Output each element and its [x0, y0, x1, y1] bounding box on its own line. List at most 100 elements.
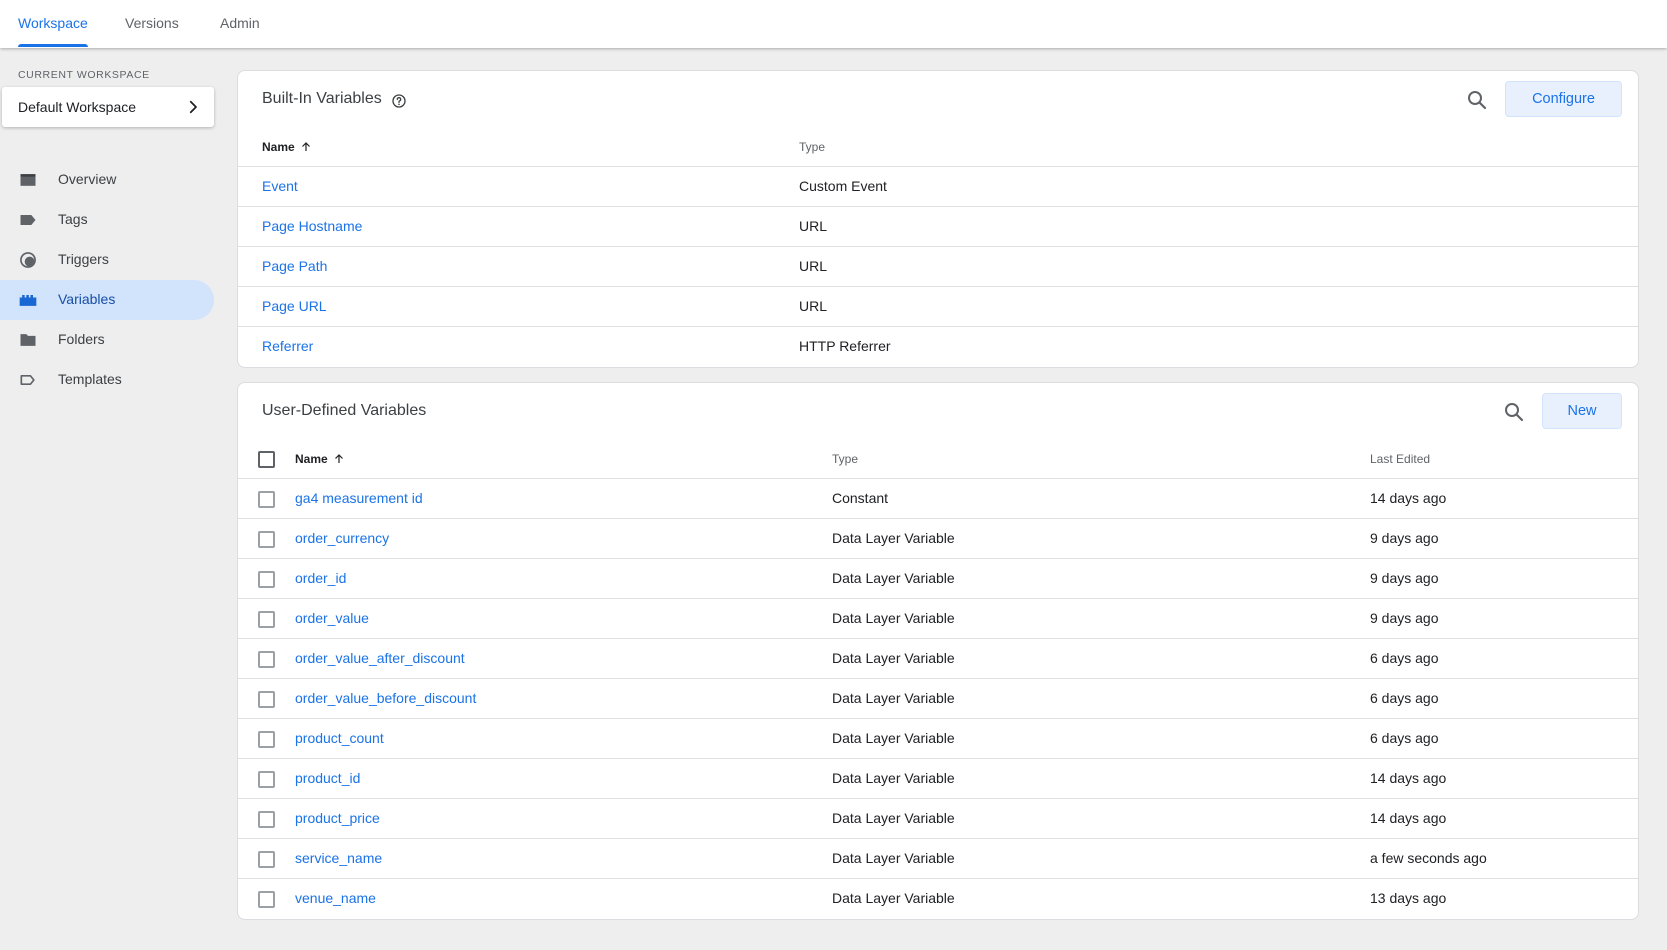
configure-button[interactable]: Configure: [1505, 81, 1622, 117]
last-edited: 6 days ago: [1370, 730, 1439, 746]
table-row: product_price Data Layer Variable 14 day…: [238, 798, 1638, 838]
column-header-name[interactable]: Name: [262, 140, 312, 154]
template-icon: [20, 375, 35, 385]
variable-name-link[interactable]: Referrer: [262, 338, 313, 354]
table-row: product_count Data Layer Variable 6 days…: [238, 718, 1638, 758]
column-header-label: Name: [295, 452, 328, 466]
row-checkbox[interactable]: [258, 571, 275, 588]
table-row: Page Hostname URL: [238, 206, 1638, 246]
folder-icon: [20, 334, 36, 346]
variable-name-link[interactable]: product_id: [295, 770, 360, 786]
row-checkbox[interactable]: [258, 851, 275, 868]
variable-name-link[interactable]: order_value_after_discount: [295, 650, 465, 666]
variable-type: URL: [799, 218, 828, 234]
column-header-name[interactable]: Name: [295, 452, 345, 466]
column-header-label: Name: [262, 140, 295, 154]
row-checkbox[interactable]: [258, 491, 275, 508]
last-edited: 13 days ago: [1370, 890, 1447, 906]
trigger-icon: [20, 252, 36, 268]
variable-name-link[interactable]: order_currency: [295, 530, 389, 546]
variable-type: Data Layer Variable: [832, 890, 955, 906]
row-checkbox[interactable]: [258, 651, 275, 668]
sidebar-nav: Overview Tags Triggers Variables Folders…: [0, 160, 214, 400]
variable-name-link[interactable]: venue_name: [295, 890, 376, 906]
search-icon[interactable]: [1465, 88, 1489, 112]
variable-name-link[interactable]: Page URL: [262, 298, 327, 314]
tab-workspace[interactable]: Workspace: [18, 0, 88, 48]
row-checkbox[interactable]: [258, 691, 275, 708]
chevron-right-icon: [189, 100, 197, 114]
sidebar-item-variables[interactable]: Variables: [0, 280, 214, 320]
row-checkbox[interactable]: [258, 611, 275, 628]
table-row: ga4 measurement id Constant 14 days ago: [238, 478, 1638, 518]
table-row: product_id Data Layer Variable 14 days a…: [238, 758, 1638, 798]
variable-name-link[interactable]: ga4 measurement id: [295, 490, 423, 506]
select-all-checkbox[interactable]: [258, 451, 275, 468]
sidebar-item-label: Triggers: [58, 251, 109, 267]
table-row: order_value_before_discount Data Layer V…: [238, 678, 1638, 718]
workspace-selector[interactable]: Default Workspace: [2, 87, 214, 127]
last-edited: 9 days ago: [1370, 570, 1439, 586]
help-icon[interactable]: [391, 93, 407, 109]
workspace-name: Default Workspace: [18, 99, 137, 115]
variable-type: Custom Event: [799, 178, 887, 194]
sidebar-item-templates[interactable]: Templates: [0, 360, 214, 400]
variable-name-link[interactable]: order_value: [295, 610, 369, 626]
variable-type: Data Layer Variable: [832, 610, 955, 626]
variable-name-link[interactable]: product_count: [295, 730, 384, 746]
sidebar-item-triggers[interactable]: Triggers: [0, 240, 214, 280]
builtin-variables-title: Built-In Variables: [262, 90, 382, 107]
column-header-type: Type: [832, 452, 859, 466]
table-row: order_value Data Layer Variable 9 days a…: [238, 598, 1638, 638]
row-checkbox[interactable]: [258, 811, 275, 828]
variable-name-link[interactable]: Page Path: [262, 258, 327, 274]
variable-type: Data Layer Variable: [832, 650, 955, 666]
tab-versions[interactable]: Versions: [125, 0, 179, 48]
search-icon[interactable]: [1502, 400, 1526, 424]
variable-type: Data Layer Variable: [832, 850, 955, 866]
sidebar-item-overview[interactable]: Overview: [0, 160, 214, 200]
variable-name-link[interactable]: order_value_before_discount: [295, 690, 476, 706]
arrow-up-icon: [301, 142, 310, 151]
variable-type: Data Layer Variable: [832, 530, 955, 546]
table-row: Event Custom Event: [238, 166, 1638, 206]
table-row: Page Path URL: [238, 246, 1638, 286]
variable-name-link[interactable]: Page Hostname: [262, 218, 362, 234]
sidebar-item-label: Overview: [58, 171, 117, 187]
last-edited: 9 days ago: [1370, 610, 1439, 626]
variable-type: URL: [799, 258, 828, 274]
variable-type: Data Layer Variable: [832, 730, 955, 746]
variable-name-link[interactable]: order_id: [295, 570, 346, 586]
new-variable-button[interactable]: New: [1542, 393, 1622, 429]
row-checkbox[interactable]: [258, 731, 275, 748]
row-checkbox[interactable]: [258, 531, 275, 548]
variable-type: Data Layer Variable: [832, 770, 955, 786]
last-edited: 6 days ago: [1370, 690, 1439, 706]
last-edited: 9 days ago: [1370, 530, 1439, 546]
table-row: service_name Data Layer Variable a few s…: [238, 838, 1638, 878]
variable-name-link[interactable]: service_name: [295, 850, 382, 866]
variable-type: URL: [799, 298, 828, 314]
sidebar-item-label: Tags: [58, 211, 88, 227]
sidebar-item-label: Folders: [58, 331, 105, 347]
sidebar-item-label: Templates: [58, 371, 122, 387]
row-checkbox[interactable]: [258, 771, 275, 788]
variables-icon: [19, 295, 37, 306]
variable-type: HTTP Referrer: [799, 338, 891, 354]
tab-admin[interactable]: Admin: [220, 0, 260, 48]
column-header-type: Type: [799, 140, 826, 154]
row-checkbox[interactable]: [258, 891, 275, 908]
user-defined-variables-card: User-Defined Variables New Name Type Las…: [237, 382, 1639, 920]
table-row: Referrer HTTP Referrer: [238, 326, 1638, 366]
top-navigation: Workspace Versions Admin: [0, 0, 1667, 48]
last-edited: 14 days ago: [1370, 810, 1447, 826]
sidebar-item-folders[interactable]: Folders: [0, 320, 214, 360]
table-row: order_currency Data Layer Variable 9 day…: [238, 518, 1638, 558]
variable-name-link[interactable]: Event: [262, 178, 298, 194]
last-edited: 14 days ago: [1370, 770, 1447, 786]
variable-type: Data Layer Variable: [832, 690, 955, 706]
table-row: Page URL URL: [238, 286, 1638, 326]
sidebar-item-tags[interactable]: Tags: [0, 200, 214, 240]
variable-name-link[interactable]: product_price: [295, 810, 380, 826]
table-row: order_value_after_discount Data Layer Va…: [238, 638, 1638, 678]
